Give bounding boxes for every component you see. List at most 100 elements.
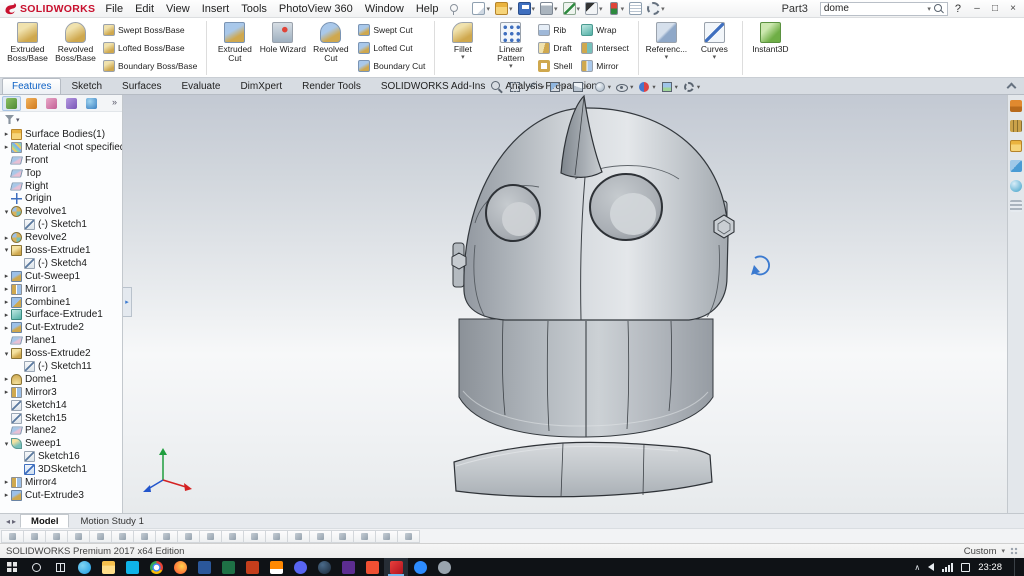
filter-midpoints-icon[interactable] [221, 530, 244, 543]
filter-centerlines-icon[interactable] [265, 530, 288, 543]
units-label[interactable]: Custom [964, 546, 997, 557]
edit-appearance-icon[interactable]: ▾ [635, 79, 657, 95]
search-icon[interactable] [934, 4, 944, 14]
boundary-cut-button[interactable]: Boundary Cut ▾ [355, 57, 430, 75]
search-caret-icon[interactable]: ▾ [927, 5, 931, 13]
tree-item[interactable]: Sketch14 [2, 399, 122, 412]
tree-item[interactable]: 3DSketch1 [2, 463, 122, 476]
taskbar-store-icon[interactable] [120, 558, 144, 576]
filter-geometric-tolerances-icon[interactable] [331, 530, 354, 543]
lofted-cut-button[interactable]: Lofted Cut ▾ [355, 39, 430, 57]
featuremanager-flyout-arrow[interactable]: ▸ [123, 287, 132, 317]
tree-item[interactable]: ▾ Sweep1 [2, 437, 122, 450]
taskbar-vlc-icon[interactable] [264, 558, 288, 576]
extruded-cut-button[interactable]: Extruded Cut ▾ [211, 21, 258, 75]
units-caret-icon[interactable]: ▾ [1001, 547, 1005, 555]
taskbar-visual-studio-icon[interactable] [336, 558, 360, 576]
tree-item[interactable]: ▸ Mirror1 [2, 283, 122, 296]
search-input[interactable] [824, 3, 924, 15]
tab-model[interactable]: Model [20, 514, 69, 528]
taskbar-git-icon[interactable] [360, 558, 384, 576]
filter-surface-bodies-icon[interactable] [89, 530, 112, 543]
zoom-to-fit-icon[interactable]: ▾ [488, 79, 506, 95]
filter-faces-icon[interactable] [67, 530, 90, 543]
fillet-button[interactable]: Fillet ▾ [439, 21, 486, 75]
taskbar-chrome-icon[interactable] [144, 558, 168, 576]
expand-arrow-icon[interactable]: ▸ [2, 311, 11, 319]
tree-item[interactable]: Sketch16 [2, 450, 122, 463]
tab-motion-study-1[interactable]: Motion Study 1 [69, 514, 154, 528]
previous-view-icon[interactable]: ▾ [524, 79, 546, 95]
hole-wizard-button[interactable]: Hole Wizard ▾ [259, 21, 306, 75]
tree-item[interactable]: (-) Sketch4 [2, 257, 122, 270]
tree-item[interactable]: ▸ Revolve2 [2, 231, 122, 244]
close-button[interactable]: × [1004, 1, 1022, 17]
filter-funnel-icon[interactable] [5, 115, 14, 124]
undo-button[interactable]: ▾ [561, 1, 583, 17]
tree-item[interactable]: ▾ Boss-Extrude2 [2, 347, 122, 360]
expand-arrow-icon[interactable]: ▾ [2, 246, 11, 254]
tree-item[interactable]: ▸ Surface Bodies(1) [2, 128, 122, 141]
taskbar-clock[interactable]: 23:28 [978, 562, 1002, 573]
view-palette-icon[interactable] [1010, 160, 1022, 172]
pin-menu-icon[interactable] [448, 3, 458, 15]
tab-features[interactable]: Features [2, 78, 61, 94]
tree-item[interactable]: Sketch15 [2, 412, 122, 425]
file-properties-button[interactable]: ▾ [627, 1, 644, 17]
tree-item[interactable]: (-) Sketch11 [2, 360, 122, 373]
menu-window[interactable]: Window [359, 2, 410, 16]
tree-item[interactable]: Origin [2, 192, 122, 205]
curves-button[interactable]: Curves ▾ [691, 21, 738, 75]
filter-caret-icon[interactable]: ▾ [16, 116, 20, 124]
start-button[interactable] [0, 558, 24, 576]
filter-sketch-points-icon[interactable] [177, 530, 200, 543]
taskbar-solidworks-icon[interactable] [384, 558, 408, 576]
swept-boss-base-button[interactable]: Swept Boss/Base ▾ [100, 21, 202, 39]
expand-arrow-icon[interactable]: ▸ [2, 234, 11, 242]
custom-properties-icon[interactable] [1010, 200, 1022, 212]
panel-tabs-overflow-icon[interactable]: » [112, 97, 120, 107]
open-button[interactable]: ▾ [493, 1, 515, 17]
expand-arrow-icon[interactable]: ▸ [2, 285, 11, 293]
lofted-boss-base-button[interactable]: Lofted Boss/Base ▾ [100, 39, 202, 57]
model-iron-giant-head[interactable] [452, 96, 734, 497]
extruded-boss-base-button[interactable]: Extruded Boss/Base ▾ [4, 21, 51, 75]
taskbar-zoom-icon[interactable] [408, 558, 432, 576]
expand-arrow-icon[interactable]: ▸ [2, 388, 11, 396]
tree-item[interactable]: Front [2, 154, 122, 167]
expand-arrow-icon[interactable]: ▸ [2, 130, 11, 138]
tab-sketch[interactable]: Sketch [61, 78, 112, 94]
taskbar-powerpoint-icon[interactable] [240, 558, 264, 576]
tab-scroll-right-icon[interactable]: ▸ [12, 517, 16, 526]
tree-item[interactable]: ▸ Surface-Extrude1 [2, 308, 122, 321]
notifications-icon[interactable] [961, 563, 970, 572]
expand-arrow-icon[interactable]: ▸ [2, 143, 11, 151]
collapse-ribbon-icon[interactable] [1006, 81, 1016, 91]
tree-item[interactable]: Plane1 [2, 334, 122, 347]
tree-item[interactable]: ▾ Revolve1 [2, 205, 122, 218]
zoom-to-area-icon[interactable]: ▾ [506, 79, 524, 95]
cortana-search-button[interactable] [24, 558, 48, 576]
tab-evaluate[interactable]: Evaluate [172, 78, 231, 94]
display-style-icon[interactable]: ▾ [591, 79, 613, 95]
instant3d-button[interactable]: Instant3D ▾ [747, 21, 794, 75]
tree-item[interactable]: ▸ Material <not specified> [2, 141, 122, 154]
taskbar-steam-icon[interactable] [312, 558, 336, 576]
tab-scroll-buttons[interactable]: ◂ ▸ [2, 514, 20, 528]
filter-solid-bodies-icon[interactable] [111, 530, 134, 543]
filter-vertices-icon[interactable] [23, 530, 46, 543]
expand-arrow-icon[interactable]: ▸ [2, 478, 11, 486]
filter-datums-icon[interactable] [375, 530, 398, 543]
help-button[interactable]: ? [948, 3, 968, 15]
appearances-scenes-icon[interactable] [1010, 180, 1022, 192]
view-settings-icon[interactable]: ▾ [680, 79, 702, 95]
viewport-canvas[interactable] [123, 95, 1007, 513]
menu-photoview-360[interactable]: PhotoView 360 [273, 2, 359, 16]
expand-arrow-icon[interactable]: ▾ [2, 350, 11, 358]
tree-item[interactable]: ▸ Combine1 [2, 296, 122, 309]
maximize-button[interactable]: □ [986, 1, 1004, 17]
filter-axes-icon[interactable] [133, 530, 156, 543]
tab-render-tools[interactable]: Render Tools [292, 78, 371, 94]
apply-scene-icon[interactable]: ▾ [658, 79, 680, 95]
design-library-icon[interactable] [1010, 120, 1022, 132]
